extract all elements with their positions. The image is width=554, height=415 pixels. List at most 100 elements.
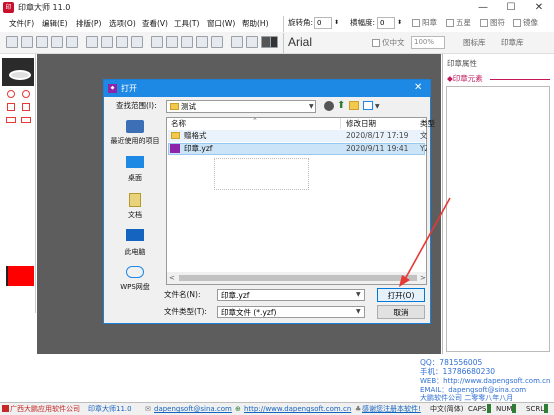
cut-icon[interactable] [86, 36, 98, 48]
star-checkbox[interactable] [446, 19, 454, 27]
place-recent[interactable]: 最近使用的项目 [105, 136, 165, 146]
new-folder-icon[interactable] [349, 101, 359, 110]
maximize-button[interactable]: ☐ [498, 1, 524, 15]
vertical-label: 仅中文 [382, 38, 405, 47]
status-company: 广西大鹏应用软件公司 [10, 405, 80, 413]
contact-email: EMAIL：dapengsoft@sina.com [420, 386, 527, 394]
menu-view[interactable]: 查看(V) [142, 17, 168, 30]
paste-icon[interactable] [131, 36, 143, 48]
file-type: 文件 [420, 131, 427, 140]
menu-help[interactable]: 帮助(H) [242, 17, 269, 30]
scroll-left-icon[interactable]: < [169, 272, 175, 284]
app-title: 印章大师 11.0 [18, 3, 71, 12]
rotation-input[interactable]: 0 [314, 17, 332, 29]
lookin-select[interactable]: 测试 [166, 100, 316, 113]
align-center-icon[interactable] [166, 36, 178, 48]
filename-input[interactable]: 印章.yzf [217, 289, 365, 301]
zoom-icon[interactable] [246, 36, 258, 48]
image-icon[interactable] [231, 36, 243, 48]
align-left-icon[interactable] [151, 36, 163, 48]
filetype-select[interactable]: 印章文件 (*.yzf) [217, 306, 365, 318]
file-name: 赠格式 [184, 131, 207, 140]
tab-stamp-library[interactable]: 印章库 [501, 37, 524, 49]
square-stamp-icon[interactable] [7, 103, 15, 111]
stamp-elements-list[interactable] [446, 86, 550, 352]
mirror-label: 镜像 [523, 18, 538, 27]
desktop-icon[interactable] [126, 156, 144, 168]
up-folder-icon[interactable]: ⬆ [337, 100, 345, 112]
align-bottom-icon[interactable] [211, 36, 223, 48]
align-right-icon[interactable] [181, 36, 193, 48]
color-swatch[interactable] [8, 266, 34, 286]
this-pc-icon[interactable] [126, 229, 144, 241]
minimize-button[interactable]: — [470, 1, 496, 15]
star-label: 五星 [456, 18, 471, 27]
symbol-checkbox[interactable] [480, 19, 488, 27]
divider [283, 16, 284, 32]
save-icon[interactable] [36, 36, 48, 48]
new-icon[interactable] [6, 36, 18, 48]
cancel-button[interactable]: 取消 [377, 305, 425, 319]
tab-icon-library[interactable]: 图标库 [463, 37, 486, 49]
close-button[interactable]: ✕ [526, 1, 552, 15]
open-icon[interactable] [21, 36, 33, 48]
font-select[interactable]: Arial [288, 35, 360, 50]
oval-stamp-icon[interactable] [22, 90, 30, 98]
status-register[interactable]: 感谢您注册本软件! [362, 404, 421, 414]
dialog-title: 打开 [121, 84, 137, 93]
stamp-file-icon [170, 144, 180, 153]
contact-company: 大鹏软件公司 二零零八年八月 [420, 394, 514, 402]
menu-layout[interactable]: 排版(P) [76, 17, 101, 30]
dialog-close-icon[interactable]: ✕ [414, 82, 422, 94]
spin-arrows-icon[interactable]: ⬍ [397, 17, 402, 29]
preview-icon[interactable] [66, 36, 78, 48]
place-this-pc[interactable]: 此电脑 [105, 247, 165, 257]
menu-tools[interactable]: 工具(T) [174, 17, 199, 30]
documents-icon[interactable] [129, 193, 141, 207]
print-icon[interactable] [51, 36, 63, 48]
dialog-app-icon: ◆ [108, 84, 117, 93]
view-menu-icon[interactable] [363, 101, 373, 110]
folder-icon [171, 132, 180, 139]
menu-file[interactable]: 文件(F) [9, 17, 34, 30]
menu-options[interactable]: 选项(O) [109, 17, 136, 30]
divider [340, 118, 341, 129]
open-button[interactable]: 打开(O) [377, 288, 425, 302]
link-icon: ⊕ [235, 405, 241, 413]
align-top-icon[interactable] [196, 36, 208, 48]
filetype-label: 文件类型(T): [164, 307, 207, 316]
zoom-select[interactable]: 100% [411, 36, 445, 49]
place-wps-cloud[interactable]: WPS网盘 [105, 282, 165, 292]
spin-arrows-icon[interactable]: ⬍ [334, 17, 339, 29]
contact-qq: QQ：781556005 [420, 358, 483, 367]
delete-icon[interactable] [116, 36, 128, 48]
column-type[interactable]: 类型 [420, 118, 435, 130]
back-icon[interactable] [324, 101, 334, 111]
key-icon: ♣ [355, 405, 362, 413]
vertical-checkbox[interactable] [372, 39, 380, 47]
eye-icon [9, 70, 31, 80]
place-documents[interactable]: 文档 [105, 210, 165, 220]
status-email[interactable]: dapengsoft@sina.com [154, 404, 232, 414]
circle-stamp-icon[interactable] [7, 90, 15, 98]
mirror-checkbox[interactable] [513, 19, 521, 27]
rect-stamp-icon[interactable] [22, 103, 30, 111]
column-date[interactable]: 修改日期 [346, 118, 376, 130]
yang-checkbox[interactable] [412, 19, 420, 27]
recent-icon[interactable] [126, 120, 144, 133]
wide-stamp-icon[interactable] [21, 117, 31, 123]
stamp-icon[interactable] [270, 36, 278, 48]
scrollbar-thumb[interactable] [179, 275, 417, 281]
width-input[interactable]: 0 [377, 17, 395, 29]
dialog-title-bar [104, 80, 430, 97]
wps-cloud-icon[interactable] [126, 266, 144, 278]
status-website[interactable]: http://www.dapengsoft.com.cn [244, 404, 351, 414]
menu-window[interactable]: 窗口(W) [207, 17, 235, 30]
long-stamp-icon[interactable] [6, 117, 16, 123]
file-type: YZ [420, 144, 427, 153]
menu-edit[interactable]: 编辑(E) [42, 17, 68, 30]
column-name[interactable]: 名称 [171, 118, 186, 130]
copy-icon[interactable] [101, 36, 113, 48]
place-desktop[interactable]: 桌面 [105, 173, 165, 183]
scrl-indicator [544, 404, 548, 413]
